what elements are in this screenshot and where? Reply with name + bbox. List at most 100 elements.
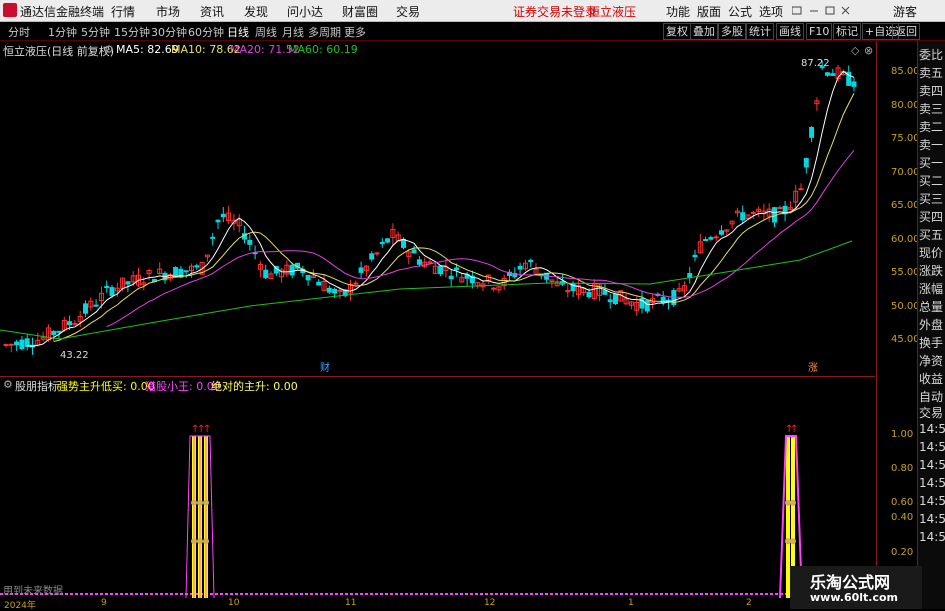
limit-up-marker[interactable]: 涨 [808,359,818,374]
candle-body [692,254,698,258]
candle-body [803,158,809,168]
y-tick: 60.00 [891,234,920,245]
menu-jiaoyi[interactable]: 交易 [396,3,420,20]
tab-15min[interactable]: 15分钟 [114,24,150,40]
biaoji-button[interactable]: 标记 [833,23,861,40]
indicator-panel[interactable]: ⚙ 股朋指标 强势主升低买: 0.00 猎股小王: 0.00 绝对的主升: 0.… [0,376,875,599]
menu-gongshi[interactable]: 公式 [728,3,752,20]
label-sell3[interactable]: 卖三 [919,100,943,117]
candle-body [289,264,295,276]
login-alert[interactable]: 证券交易未登录 [513,3,597,20]
y-tick-ind: 0.60 [891,497,914,508]
candle-body [14,341,20,346]
label-buy5[interactable]: 买五 [919,226,943,243]
label-auto[interactable]: 自动 [919,388,943,405]
duogu-button[interactable]: 多股 [718,23,746,40]
label-net-assets[interactable]: 净资 [919,352,943,369]
candle-body [607,299,613,303]
menu-faxian[interactable]: 发现 [244,3,268,20]
fuquan-button[interactable]: 复权 [663,23,691,40]
candle-body [24,338,30,347]
tab-more[interactable]: 更多 [344,24,366,40]
menu-xuanxiang[interactable]: 选项 [759,3,783,20]
label-sell5[interactable]: 卖五 [919,64,943,81]
label-volume[interactable]: 总量 [919,298,943,315]
tab-60min[interactable]: 60分钟 [188,24,224,40]
x-tick: 1 [628,598,634,608]
tab-monthly[interactable]: 月线 [282,24,304,40]
label-trade[interactable]: 交易 [919,404,943,421]
y-tick: 75.00 [891,133,920,144]
tab-1min[interactable]: 1分钟 [48,24,77,40]
coin-icon [197,499,203,506]
date-axis: 2024年 9 10 11 12 1 2 [0,598,917,611]
y-tick: 70.00 [891,167,920,178]
menu-hangqing[interactable]: 行情 [111,3,135,20]
f10-button[interactable]: F10 [806,23,833,40]
candle-body [379,241,385,245]
menu-caifuquan[interactable]: 财富圈 [342,3,378,20]
label-turnover[interactable]: 换手 [919,334,943,351]
label-sell2[interactable]: 卖二 [919,118,943,135]
candle-body [337,289,343,292]
menu-zixun[interactable]: 资讯 [200,3,224,20]
label-outer[interactable]: 外盘 [919,316,943,333]
x-tick: 2024年 [4,601,36,611]
label-change-pct[interactable]: 涨幅 [919,280,943,297]
label-buy2[interactable]: 买二 [919,172,943,189]
tab-weekly[interactable]: 周线 [255,24,277,40]
candle-body [809,127,815,138]
candle-body [713,236,719,239]
label-change[interactable]: 涨跌 [919,262,943,279]
finance-marker[interactable]: 财 [320,359,330,374]
user-label[interactable]: 游客 [893,3,917,20]
coin-icon [191,538,197,545]
candle-body [750,211,756,214]
coin-icon [197,538,203,545]
candle-body [19,339,25,350]
indicator-chart: ↑↑↑ ↑↑ [0,424,875,599]
x-tick: 12 [484,598,496,608]
candle-body [220,213,226,218]
y-tick: 45.00 [891,334,920,345]
candle-body [830,73,836,77]
app-logo-icon [3,3,17,17]
ma20-line [106,150,855,328]
label-sell4[interactable]: 卖四 [919,82,943,99]
label-sell1[interactable]: 卖一 [919,136,943,153]
label-price[interactable]: 现价 [919,244,943,261]
kline-panel[interactable]: 恒立液压(日线 前复权) ⚙ MA5: 82.69 MA10: 78.62 MA… [0,41,875,375]
y-tick-ind: 0.40 [891,512,914,523]
label-earnings[interactable]: 收益 [919,370,943,387]
y-tick-ind: 1.00 [891,429,914,440]
tab-multi-period[interactable]: 多周期 [308,24,341,40]
y-tick: 80.00 [891,100,920,111]
tongji-button[interactable]: 统计 [746,23,774,40]
label-weibi[interactable]: 委比 [919,46,943,63]
window-controls-icon[interactable] [792,5,852,17]
x-tick: 11 [345,598,357,608]
back-button[interactable]: 返回 [892,23,920,40]
label-buy1[interactable]: 买一 [919,154,943,171]
x-tick: 10 [228,598,240,608]
candle-body [517,265,523,270]
menu-banmian[interactable]: 版面 [697,3,721,20]
kline-chart [0,60,857,355]
tab-30min[interactable]: 30分钟 [151,24,187,40]
huaxian-button[interactable]: 画线 [776,23,804,40]
menu-shichang[interactable]: 市场 [156,3,180,20]
tab-fenshi[interactable]: 分时 [8,24,30,40]
watermark-url: www.60lt.com [810,591,899,604]
menu-wenxiaoda[interactable]: 问小达 [287,3,323,20]
label-buy4[interactable]: 买四 [919,208,943,225]
label-buy3[interactable]: 买三 [919,190,943,207]
tab-5min[interactable]: 5分钟 [81,24,110,40]
candle-body [247,239,253,245]
low-price-label: 43.22 [60,350,89,361]
coin-icon [203,538,209,545]
price-axis: 85.00 80.00 75.00 70.00 65.00 60.00 55.0… [876,41,920,598]
tab-daily[interactable]: 日线 [227,24,249,40]
diejia-button[interactable]: 叠加 [690,23,718,40]
candle-body [358,267,364,273]
menu-gongneng[interactable]: 功能 [666,3,690,20]
